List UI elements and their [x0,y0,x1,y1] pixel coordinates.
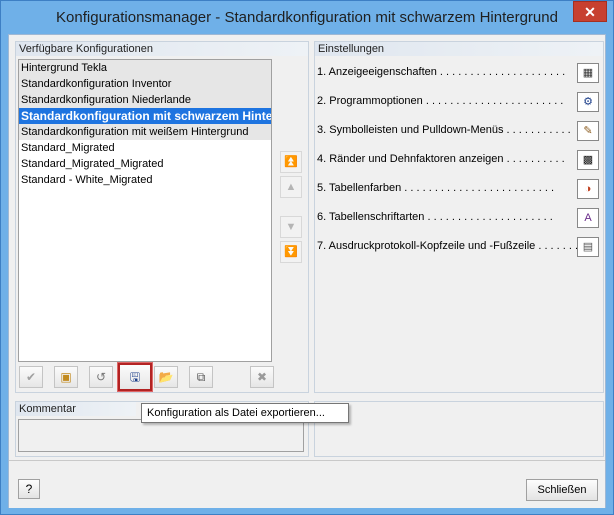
footer-bar: ? Schließen [9,460,605,508]
settings-row: 6. Tabellenschriftarten . . . . . . . . … [317,208,599,228]
settings-row-button[interactable]: ⚙ [577,92,599,112]
save-icon: 🖫 [129,370,141,384]
comment-field[interactable] [18,419,304,452]
copy-icon: ⧉ [196,370,206,384]
comment-side-panel [314,401,604,457]
move-bottom-button[interactable]: ⏬ [280,241,302,263]
rename-button[interactable]: ↺ [89,366,113,388]
export-button[interactable]: 🖫 [118,363,152,391]
new-config-button[interactable]: ▣ [54,366,78,388]
settings-row: 2. Programmoptionen . . . . . . . . . . … [317,92,599,112]
settings-row-button[interactable]: ✎ [577,121,599,141]
settings-row-button[interactable]: ▤ [577,237,599,257]
delete-icon: ✖ [256,370,268,384]
up-icon: ▲ [285,181,297,193]
config-list-item[interactable]: Standardkonfiguration mit weißem Hinterg… [19,124,271,140]
settings-row-label: 3. Symbolleisten und Pulldown-Menüs . . … [317,124,571,136]
apply-button[interactable]: ✔ [19,366,43,388]
settings-row-button[interactable]: ▩ [577,150,599,170]
settings-row: 3. Symbolleisten und Pulldown-Menüs . . … [317,121,599,141]
close-dialog-button[interactable]: Schließen [526,479,598,501]
dialog-window: Konfigurationsmanager - Standardkonfigur… [0,0,614,515]
import-button[interactable]: 📂 [154,366,178,388]
settings-row-label: 5. Tabellenfarben . . . . . . . . . . . … [317,182,555,194]
settings-row-label: 1. Anzeigeeigenschaften . . . . . . . . … [317,66,566,78]
settings-row-label: 7. Ausdruckprotokoll-Kopfzeile und -Fußz… [317,240,579,252]
settings-group-title: Einstellungen [315,42,603,56]
settings-row-button[interactable]: ◑ [577,179,599,199]
move-top-button[interactable]: ⏫ [280,151,302,173]
settings-row: 1. Anzeigeeigenschaften . . . . . . . . … [317,63,599,83]
config-list[interactable]: Hintergrund Tekla Standardkonfiguration I… [18,59,272,362]
settings-row-label: 4. Ränder und Dehnfaktoren anzeigen . . … [317,153,565,165]
config-list-item[interactable]: Standard_Migrated_Migrated [19,156,271,172]
export-tooltip: Konfiguration als Datei exportieren... [141,403,349,423]
config-list-item[interactable]: Standard - White_Migrated [19,172,271,188]
comment-group-title: Kommentar [16,402,136,416]
settings-row: 5. Tabellenfarben . . . . . . . . . . . … [317,179,599,199]
help-button[interactable]: ? [18,479,40,499]
settings-row-label: 6. Tabellenschriftarten . . . . . . . . … [317,211,553,223]
settings-row: 4. Ränder und Dehnfaktoren anzeigen . . … [317,150,599,170]
double-down-icon: ⏬ [284,246,298,258]
settings-row: 7. Ausdruckprotokoll-Kopfzeile und -Fußz… [317,237,599,257]
move-down-button[interactable]: ▼ [280,216,302,238]
settings-row-button[interactable]: A [577,208,599,228]
config-list-item[interactable]: Hintergrund Tekla [19,60,271,76]
config-list-item[interactable]: Standard_Migrated [19,140,271,156]
config-list-item[interactable]: Standardkonfiguration Inventor [19,76,271,92]
settings-row-label: 2. Programmoptionen . . . . . . . . . . … [317,95,564,107]
title-bar: Konfigurationsmanager - Standardkonfigur… [1,1,613,33]
configs-group-title: Verfügbare Konfigurationen [16,42,308,56]
down-icon: ▼ [285,221,297,233]
rename-icon: ↺ [95,370,107,384]
delete-button[interactable]: ✖ [250,366,274,388]
config-list-item[interactable]: Standardkonfiguration Niederlande [19,92,271,108]
window-title: Konfigurationsmanager - Standardkonfigur… [56,9,558,26]
config-list-item[interactable]: Standardkonfiguration mit schwarzem Hint… [19,108,271,124]
double-up-icon: ⏫ [284,156,298,168]
new-icon: ▣ [60,370,72,384]
dialog-client-area: Verfügbare Konfigurationen Hintergrund T… [8,34,606,508]
check-icon: ✔ [25,370,37,384]
close-icon[interactable]: ✕ [573,1,607,22]
copy-button[interactable]: ⧉ [189,366,213,388]
settings-row-button[interactable]: ▦ [577,63,599,83]
help-icon: ? [25,482,33,496]
folder-icon: 📂 [158,370,174,384]
move-up-button[interactable]: ▲ [280,176,302,198]
